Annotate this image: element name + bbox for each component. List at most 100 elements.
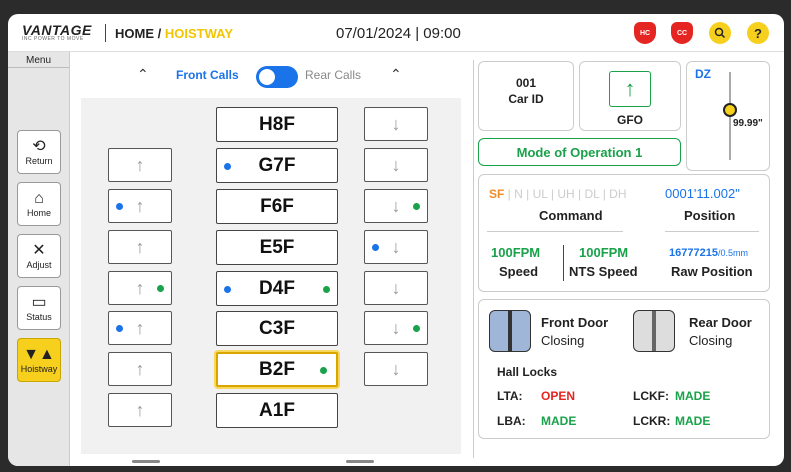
- lock-lckf-value: MADE: [675, 389, 711, 403]
- front-call-up-e5f[interactable]: ↑: [108, 230, 172, 264]
- sidebar-item-adjust[interactable]: ✕ Adjust: [17, 234, 61, 278]
- flag-uh: UH: [557, 187, 575, 201]
- doors-card: Front Door Closing Rear Door Closing Hal…: [478, 299, 770, 439]
- scroll-up-front-chevron-icon[interactable]: ⌃: [137, 66, 149, 83]
- hall-call-lock-icon[interactable]: HC: [634, 22, 656, 44]
- front-call-up-d4f[interactable]: ↑: [108, 271, 172, 305]
- lock-lta-name: LTA:: [497, 389, 523, 403]
- panel-divider: [473, 60, 474, 458]
- flag-ul: UL: [532, 187, 548, 201]
- sidebar-item-status[interactable]: ▭ Status: [17, 286, 61, 330]
- direction-card: ↑ GFO: [579, 61, 681, 131]
- rear-door-status: Closing: [689, 333, 733, 348]
- floor-d4f[interactable]: D4F: [216, 271, 338, 306]
- rear-call-latched-dot: [372, 244, 379, 251]
- front-calls-label: Front Calls: [176, 68, 239, 82]
- front-call-latched-dot: [116, 203, 123, 210]
- raw-value: 16777215: [669, 247, 718, 259]
- front-call-up-b2f[interactable]: ↑: [108, 352, 172, 386]
- sidebar-item-hoistway[interactable]: ▼▲ Hoistway: [17, 338, 61, 382]
- floor-b2f-current-car[interactable]: B2F: [216, 352, 338, 387]
- sidebar-item-label: Hoistway: [20, 364, 58, 374]
- front-door-icon[interactable]: [489, 310, 531, 352]
- rear-call-down-g7f[interactable]: ↓: [364, 148, 428, 182]
- dz-slider-knob[interactable]: [723, 103, 737, 117]
- hc-badge-label: HC: [639, 29, 651, 37]
- tools-icon: ✕: [32, 242, 46, 259]
- car-call-dot: [224, 162, 231, 170]
- car-id-card: 001 Car ID: [478, 61, 574, 131]
- lock-lckr-name: LCKR:: [633, 414, 671, 428]
- help-label: ?: [754, 25, 762, 41]
- floor-label: A1F: [259, 399, 295, 421]
- hoistway-icon: ▼▲: [23, 346, 55, 363]
- scroll-up-rear-chevron-icon[interactable]: ⌃: [390, 66, 402, 83]
- floor-g7f[interactable]: G7F: [216, 148, 338, 183]
- sidebar-item-label: Status: [26, 312, 52, 322]
- front-rear-toggle[interactable]: [256, 66, 298, 88]
- flag-dh: DH: [609, 187, 627, 201]
- rear-call-down-c3f[interactable]: ↓: [364, 311, 428, 345]
- return-icon: ⟲: [32, 138, 46, 155]
- floor-e5f[interactable]: E5F: [216, 230, 338, 265]
- front-call-latched-dot: [116, 325, 123, 332]
- command-label: Command: [539, 208, 603, 223]
- lock-lba-name: LBA:: [497, 414, 526, 428]
- command-card: SF | N | UL | UH | DL | DH Command 0001'…: [478, 174, 770, 292]
- floor-label: G7F: [258, 154, 296, 176]
- nts-speed-label: NTS Speed: [569, 264, 638, 279]
- raw-unit: /0.5mm: [717, 248, 748, 258]
- position-value: 0001'11.002": [665, 186, 740, 201]
- breadcrumb-home[interactable]: HOME: [115, 26, 154, 41]
- breadcrumb-current: HOISTWAY: [164, 26, 233, 41]
- rear-door-icon[interactable]: [633, 310, 675, 352]
- rear-call-down-d4f[interactable]: ↓: [364, 271, 428, 305]
- raw-position-label: Raw Position: [671, 264, 753, 279]
- position-label: Position: [684, 208, 736, 223]
- scroll-handle-left[interactable]: [132, 460, 160, 463]
- sidebar-item-return[interactable]: ⟲ Return: [17, 130, 61, 174]
- front-door-label: Front Door: [541, 315, 609, 330]
- car-call-lock-icon[interactable]: CC: [671, 22, 693, 44]
- front-call-up-f6f[interactable]: ↑: [108, 189, 172, 223]
- rear-door-label: Rear Door: [689, 315, 752, 330]
- floor-label: F6F: [260, 195, 294, 217]
- search-icon[interactable]: [709, 22, 731, 44]
- flag-n: N: [514, 187, 523, 201]
- car-call-lamp-dot: [320, 366, 327, 374]
- datetime: 07/01/2024 | 09:00: [336, 25, 461, 42]
- floor-c3f[interactable]: C3F: [216, 311, 338, 346]
- front-call-up-a1f[interactable]: ↑: [108, 393, 172, 427]
- sidebar-item-label: Adjust: [26, 260, 52, 270]
- rear-call-down-h8f[interactable]: ↓: [364, 107, 428, 141]
- mode-of-operation[interactable]: Mode of Operation 1: [478, 138, 681, 166]
- floor-label: B2F: [259, 358, 295, 380]
- flag-dl: DL: [584, 187, 600, 201]
- front-call-up-c3f[interactable]: ↑: [108, 311, 172, 345]
- rear-calls-label: Rear Calls: [305, 68, 362, 82]
- home-icon: ⌂: [34, 190, 44, 207]
- dz-label: DZ: [695, 67, 711, 81]
- front-call-up-g7f[interactable]: ↑: [108, 148, 172, 182]
- floor-label: H8F: [259, 113, 295, 135]
- sidebar-item-home[interactable]: ⌂ Home: [17, 182, 61, 226]
- command-divider-right: [665, 231, 759, 232]
- header: VANTAGE INC POWER TO MOVE HOME / HOISTWA…: [8, 14, 784, 52]
- rear-call-down-f6f[interactable]: ↓: [364, 189, 428, 223]
- rear-call-down-e5f[interactable]: ↓: [364, 230, 428, 264]
- sidebar: Menu ⟲ Return ⌂ Home ✕ Adjust ▭ Status ▼…: [8, 52, 70, 466]
- header-divider: [105, 24, 106, 42]
- rear-call-down-b2f[interactable]: ↓: [364, 352, 428, 386]
- lock-lckr-value: MADE: [675, 414, 711, 428]
- floor-f6f[interactable]: F6F: [216, 189, 338, 224]
- help-icon[interactable]: ?: [747, 22, 769, 44]
- rear-call-lamp-dot: [413, 203, 420, 210]
- floor-h8f[interactable]: H8F: [216, 107, 338, 142]
- lock-lckf-name: LCKF:: [633, 389, 669, 403]
- speed-value: 100FPM: [491, 245, 541, 260]
- scroll-handle-right[interactable]: [346, 460, 374, 463]
- car-id-label: Car ID: [508, 92, 544, 106]
- vantage-logo: VANTAGE INC POWER TO MOVE: [22, 22, 100, 46]
- breadcrumb-separator: /: [154, 26, 165, 41]
- floor-a1f[interactable]: A1F: [216, 393, 338, 428]
